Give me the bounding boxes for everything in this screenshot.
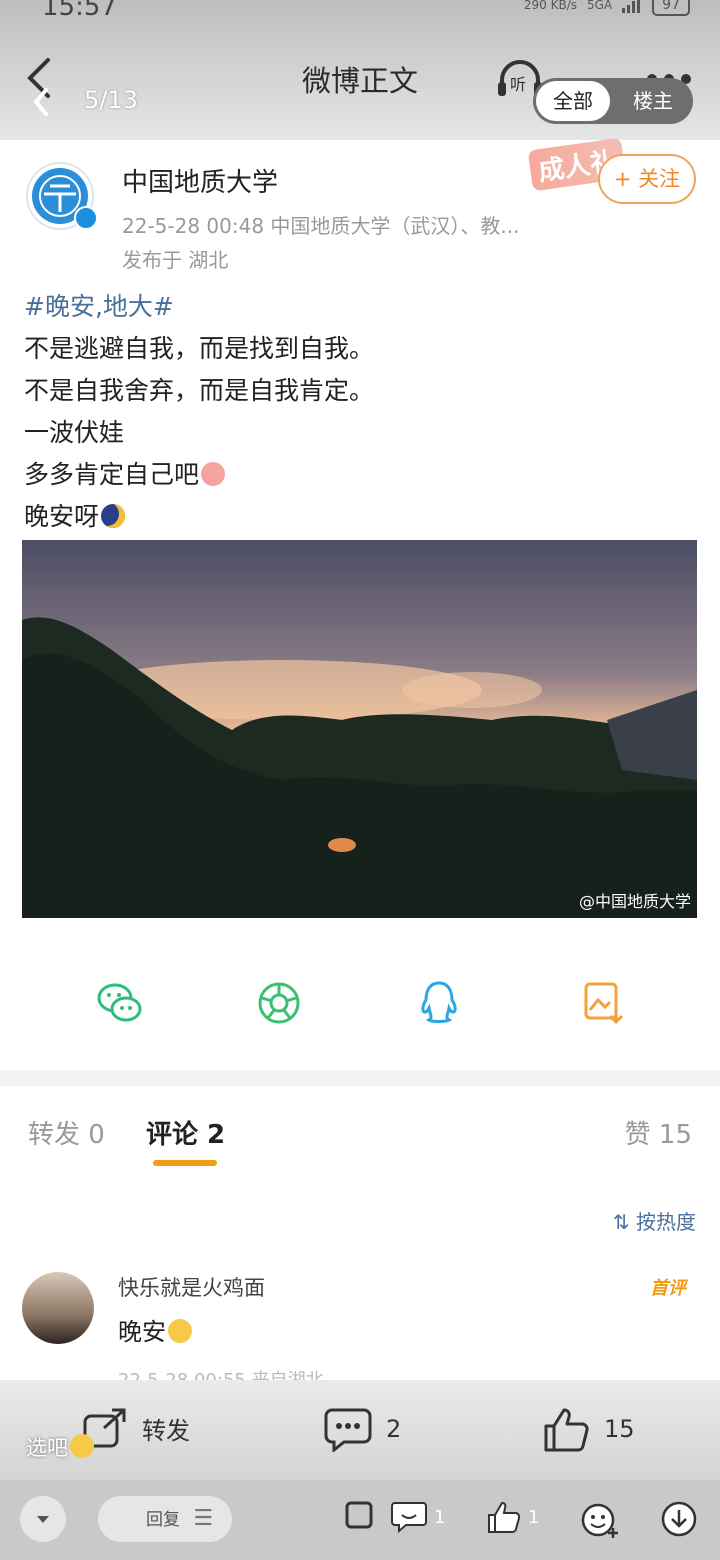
mini-thumbs-up-icon bbox=[488, 1501, 521, 1533]
author-name[interactable]: 中国地质大学 bbox=[122, 162, 278, 199]
sunset-trees-image bbox=[22, 540, 697, 918]
signal-icon bbox=[622, 0, 641, 13]
sort-label: 按热度 bbox=[636, 1210, 696, 1234]
mini-comment-button[interactable]: 1 bbox=[390, 1500, 445, 1534]
share-row bbox=[0, 978, 720, 1028]
comment-text-wrap: 晚安 bbox=[118, 1312, 192, 1347]
reply-button[interactable]: 回复 ☰ bbox=[98, 1496, 232, 1542]
post-line-4-wrap: 多多肯定自己吧 bbox=[24, 454, 374, 496]
tab-likes[interactable]: 赞 15 bbox=[625, 1114, 692, 1151]
mini-comment-count: 1 bbox=[434, 1506, 446, 1528]
share-qq-button[interactable] bbox=[414, 978, 464, 1028]
checkbox-button[interactable] bbox=[344, 1500, 374, 1530]
post-body: #晚安,地大# 不是逃避自我，而是找到自我。 不是自我舍弃，而是自我肯定。 一波… bbox=[24, 286, 374, 538]
post-line-2: 不是自我舍弃，而是自我肯定。 bbox=[24, 376, 375, 405]
collapse-button[interactable] bbox=[20, 1496, 66, 1542]
pig-face-emoji-icon bbox=[201, 462, 226, 486]
status-bar-right: 290 KB/s 5GA 97 bbox=[524, 0, 690, 16]
mini-like-count: 1 bbox=[528, 1506, 540, 1528]
overlay-caption: 选吧 bbox=[26, 1432, 94, 1462]
menu-lines-icon: ☰ bbox=[193, 1506, 214, 1531]
qq-icon bbox=[421, 981, 457, 1023]
moments-icon bbox=[258, 982, 300, 1024]
overlay-text: 选吧 bbox=[26, 1436, 68, 1460]
thumbs-up-icon bbox=[544, 1408, 589, 1452]
post-location: 发布于 湖北 bbox=[122, 248, 229, 272]
post-time-source: 22-5-28 00:48 中国地质大学（武汉）、教... bbox=[122, 214, 520, 238]
post-line-5-wrap: 晚安呀 bbox=[24, 496, 374, 538]
save-image-icon bbox=[584, 982, 624, 1025]
post-line-5: 晚安呀 bbox=[24, 502, 100, 531]
tab-comments[interactable]: 评论 2 bbox=[146, 1114, 225, 1151]
interaction-tabs: 转发 0 评论 2 赞 15 bbox=[0, 1086, 720, 1176]
follow-button[interactable]: + 关注 bbox=[598, 154, 696, 204]
post-line-4: 多多肯定自己吧 bbox=[24, 460, 200, 489]
comment-face-icon bbox=[391, 1502, 427, 1534]
post-photo[interactable]: @中国地质大学 bbox=[22, 540, 697, 918]
post-card: 中国地质大学 22-5-28 00:48 中国地质大学（武汉）、教... 发布于… bbox=[0, 137, 720, 1070]
mini-like-button[interactable]: 1 bbox=[486, 1500, 539, 1534]
hashtag-link[interactable]: #晚安,地大# bbox=[24, 286, 374, 328]
listen-label: 听 bbox=[510, 75, 526, 94]
chevron-down-icon bbox=[37, 1516, 49, 1523]
filter-op[interactable]: 楼主 bbox=[616, 81, 690, 121]
image-counter: 5/13 bbox=[84, 86, 138, 114]
first-comment-badge: 首评 bbox=[650, 1278, 686, 1299]
add-emoji-button[interactable] bbox=[580, 1500, 620, 1540]
surprised-face-emoji-icon bbox=[168, 1319, 192, 1343]
wechat-icon bbox=[97, 983, 142, 1022]
comment-button[interactable]: 2 bbox=[324, 1406, 401, 1452]
tab-repost[interactable]: 转发 0 bbox=[28, 1114, 105, 1151]
repost-label: 转发 bbox=[142, 1416, 190, 1445]
add-emoji-icon bbox=[581, 1503, 618, 1538]
signal-label: 5GA bbox=[587, 0, 613, 12]
like-count: 15 bbox=[604, 1415, 635, 1443]
sort-by-hot-button[interactable]: ⇅ 按热度 bbox=[613, 1206, 696, 1235]
download-button[interactable] bbox=[660, 1500, 698, 1538]
share-wechat-button[interactable] bbox=[95, 978, 145, 1028]
top-header-area: 15:57 290 KB/s 5GA 97 微博正文 听 5/13 全部 楼主 bbox=[0, 0, 720, 140]
post-line-3: 一波伏娃 bbox=[24, 418, 125, 447]
sort-icon: ⇅ bbox=[612, 1210, 630, 1234]
reply-label: 回复 bbox=[146, 1510, 180, 1530]
commenter-avatar[interactable] bbox=[22, 1272, 94, 1344]
moon-emoji-icon bbox=[101, 504, 126, 528]
tab-active-indicator bbox=[153, 1160, 217, 1166]
commenter-name[interactable]: 快乐就是火鸡面 bbox=[118, 1272, 265, 1302]
square-checkbox-icon bbox=[345, 1501, 373, 1529]
comment-text: 晚安 bbox=[118, 1318, 166, 1346]
like-button[interactable]: 15 bbox=[542, 1406, 635, 1452]
comment-count: 2 bbox=[386, 1415, 402, 1443]
bottom-control-strip: 回复 ☰ 1 1 bbox=[0, 1480, 720, 1560]
scared-face-emoji-icon bbox=[70, 1434, 94, 1458]
download-icon bbox=[661, 1501, 697, 1537]
post-action-bar: 转发 2 15 选吧 bbox=[0, 1380, 720, 1480]
battery-icon: 97 bbox=[652, 0, 690, 16]
post-line-1: 不是逃避自我，而是找到自我。 bbox=[24, 334, 375, 363]
verified-icon bbox=[74, 206, 98, 230]
save-image-button[interactable] bbox=[578, 978, 628, 1028]
network-speed: 290 KB/s bbox=[523, 0, 578, 12]
comment-list: ⇅ 按热度 快乐就是火鸡面 晚安 首评 22-5-28 00:55 来自湖北 bbox=[0, 1176, 720, 1396]
author-filter-toggle: 全部 楼主 bbox=[533, 78, 693, 124]
repost-button[interactable]: 转发 bbox=[82, 1406, 190, 1450]
filter-all[interactable]: 全部 bbox=[536, 81, 610, 121]
status-time: 15:57 bbox=[42, 0, 117, 22]
share-moments-button[interactable] bbox=[254, 978, 304, 1028]
comment-bubble-icon bbox=[324, 1408, 372, 1452]
photo-watermark: @中国地质大学 bbox=[578, 892, 691, 911]
